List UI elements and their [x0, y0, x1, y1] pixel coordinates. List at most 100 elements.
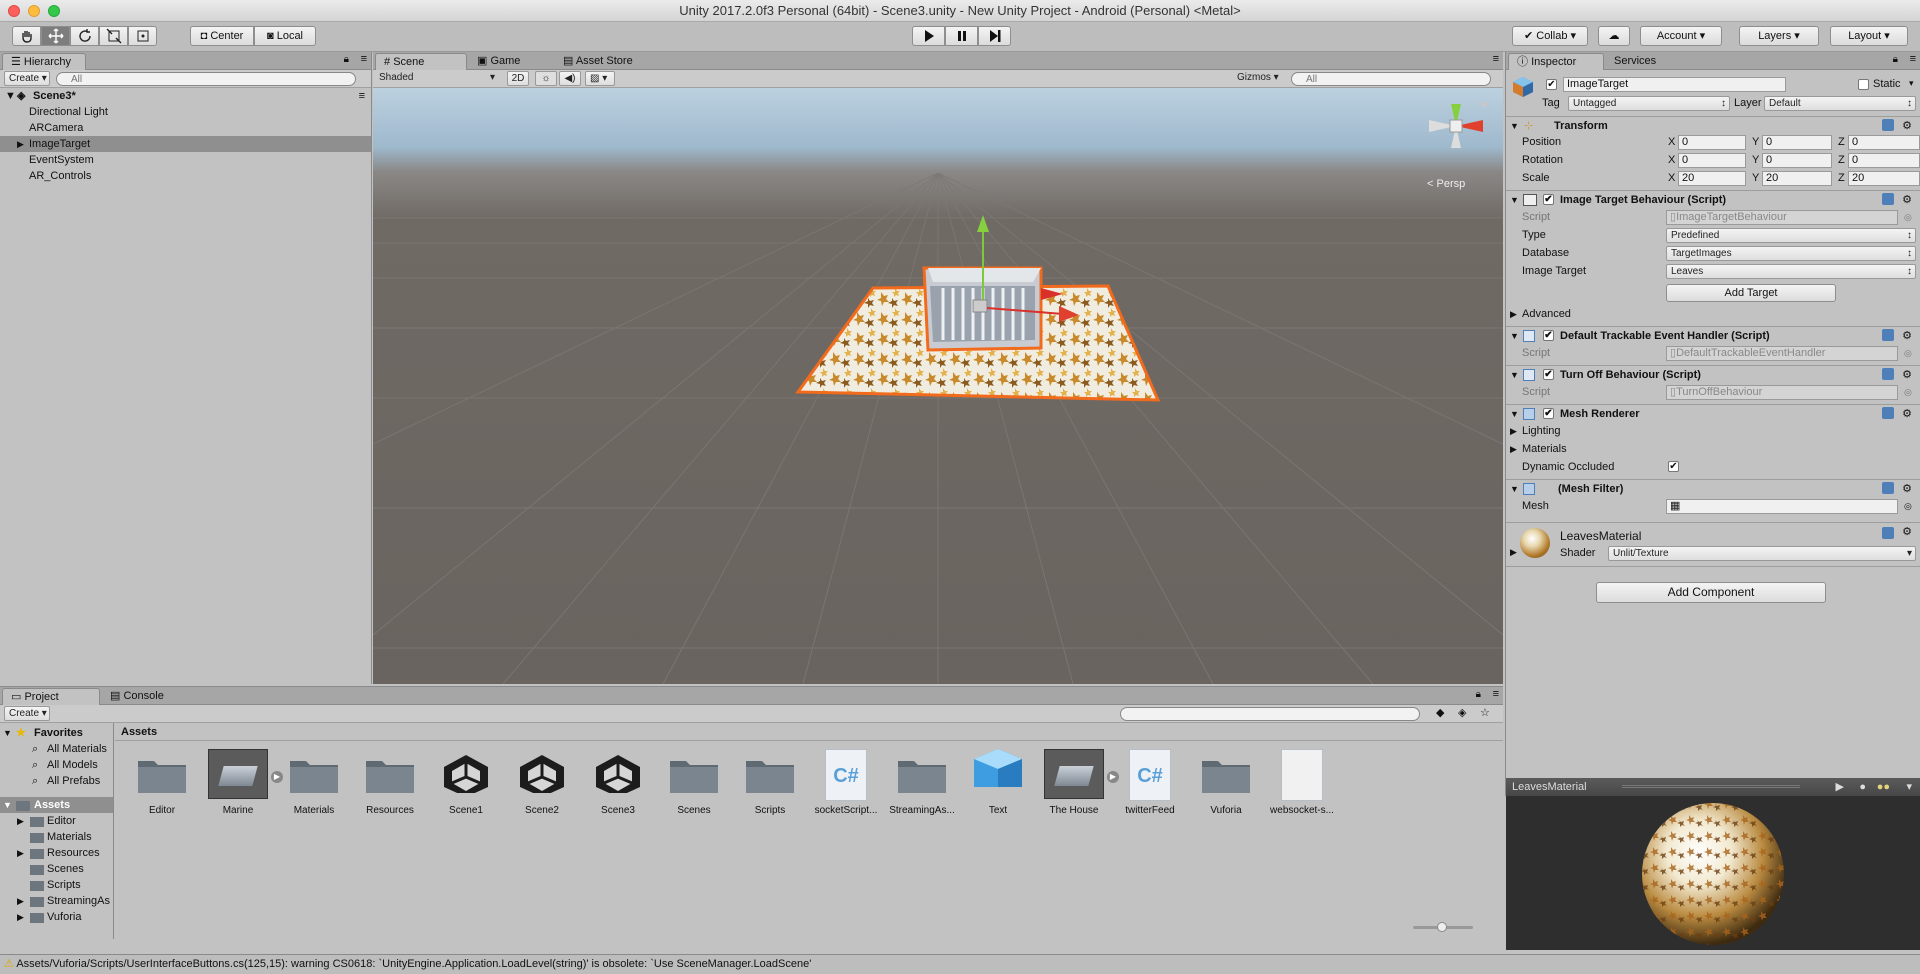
favorite-item[interactable]: ⌕ All Models: [0, 757, 113, 773]
expand-arrow-icon[interactable]: ▼: [5, 88, 16, 104]
position-x-field[interactable]: 0: [1678, 135, 1746, 150]
collapse-arrow-icon[interactable]: ▶: [17, 909, 24, 925]
preview-play-icon[interactable]: ▶: [1836, 778, 1844, 796]
fold-arrow-icon[interactable]: ▼: [1510, 366, 1519, 384]
fold-arrow-icon[interactable]: ▶: [1510, 547, 1517, 558]
scale-y-field[interactable]: 20: [1762, 171, 1832, 186]
search-by-label-icon[interactable]: ◈: [1458, 706, 1466, 719]
search-by-type-icon[interactable]: ◆: [1436, 706, 1444, 719]
lock-icon[interactable]: 🔒︎: [344, 54, 349, 65]
asset-item[interactable]: Scripts: [735, 747, 805, 816]
zoom-window-button[interactable]: [48, 5, 60, 17]
rotation-y-field[interactable]: 0: [1762, 153, 1832, 168]
image-target-dropdown[interactable]: Leaves ↕: [1666, 264, 1916, 279]
scale-z-field[interactable]: 20: [1848, 171, 1920, 186]
expand-arrow-icon[interactable]: ▼: [3, 797, 12, 813]
asset-folder-row[interactable]: ▶ StreamingAs: [0, 893, 113, 909]
collab-dropdown[interactable]: ✔ Collab ▾: [1512, 26, 1588, 46]
settings-gear-icon[interactable]: ⚙: [1902, 480, 1912, 498]
scene-search-input[interactable]: [1291, 72, 1491, 86]
scene-root-row[interactable]: ▼ ◈ Scene3* ≡: [0, 88, 371, 104]
favorite-item[interactable]: ⌕ All Materials: [0, 741, 113, 757]
tag-dropdown[interactable]: Untagged ↕: [1568, 96, 1730, 111]
settings-gear-icon[interactable]: ⚙: [1902, 191, 1912, 209]
mesh-filter-header[interactable]: ▼ (Mesh Filter) ⚙: [1506, 479, 1920, 497]
advanced-foldout[interactable]: ▶ Advanced: [1506, 306, 1920, 322]
materials-foldout[interactable]: ▶ Materials: [1506, 441, 1920, 457]
settings-gear-icon[interactable]: ⚙: [1902, 405, 1912, 423]
default-trackable-header[interactable]: ▼ ✔ Default Trackable Event Handler (Scr…: [1506, 326, 1920, 344]
turn-off-behaviour-header[interactable]: ▼ ✔ Turn Off Behaviour (Script) ⚙: [1506, 365, 1920, 383]
asset-item[interactable]: Scene1: [431, 747, 501, 816]
asset-item[interactable]: ▶ Marine: [203, 747, 283, 816]
hierarchy-item[interactable]: Directional Light: [0, 104, 371, 120]
add-target-button[interactable]: Add Target: [1666, 284, 1836, 302]
account-dropdown[interactable]: Account ▾: [1640, 26, 1722, 46]
transform-component-header[interactable]: ▼ ⊹ Transform ⚙: [1506, 116, 1920, 134]
asset-item[interactable]: Scenes: [659, 747, 729, 816]
tab-game[interactable]: ▣ Game: [469, 53, 553, 70]
status-bar[interactable]: ⚠ Assets/Vuforia/Scripts/UserInterfaceBu…: [0, 954, 1920, 974]
panel-menu-icon[interactable]: ≡: [1493, 53, 1499, 65]
asset-item[interactable]: Scene2: [507, 747, 577, 816]
tab-hierarchy[interactable]: ☰ Hierarchy: [2, 53, 86, 70]
mesh-renderer-header[interactable]: ▼ ✔ Mesh Renderer ⚙: [1506, 404, 1920, 422]
shader-dropdown[interactable]: Unlit/Texture ▾: [1608, 546, 1916, 561]
fold-arrow-icon[interactable]: ▼: [1510, 117, 1519, 135]
asset-item[interactable]: Materials: [279, 747, 349, 816]
tab-console[interactable]: ▤ Console: [102, 688, 186, 705]
layer-dropdown[interactable]: Default ↕: [1764, 96, 1916, 111]
hierarchy-item[interactable]: ARCamera: [0, 120, 371, 136]
asset-folder-row[interactable]: ▶ Editor: [0, 813, 113, 829]
layout-dropdown[interactable]: Layout ▾: [1830, 26, 1908, 46]
favorite-item[interactable]: ⌕ All Prefabs: [0, 773, 113, 789]
project-search-input[interactable]: [1120, 707, 1420, 721]
pause-button[interactable]: [945, 26, 978, 46]
asset-folder-row[interactable]: ▶ Resources: [0, 845, 113, 861]
asset-item[interactable]: Resources: [355, 747, 425, 816]
lighting-foldout[interactable]: ▶ Lighting: [1506, 423, 1920, 439]
position-z-field[interactable]: 0: [1848, 135, 1920, 150]
lock-icon[interactable]: 🔒︎: [1893, 54, 1898, 65]
collapse-arrow-icon[interactable]: ▶: [17, 136, 24, 152]
object-picker-icon[interactable]: ◎: [1904, 384, 1912, 400]
asset-folder-row[interactable]: Scripts: [0, 877, 113, 893]
hierarchy-item-selected[interactable]: ▶ ImageTarget: [0, 136, 371, 152]
hierarchy-item[interactable]: EventSystem: [0, 152, 371, 168]
hierarchy-item[interactable]: AR_Controls: [0, 168, 371, 184]
lock-icon[interactable]: 🔒︎: [1476, 689, 1481, 700]
play-button[interactable]: [912, 26, 945, 46]
database-dropdown[interactable]: TargetImages ↕: [1666, 246, 1916, 261]
panel-menu-icon[interactable]: ≡: [1910, 53, 1916, 65]
asset-item[interactable]: Editor: [127, 747, 197, 816]
image-target-behaviour-header[interactable]: ▼ ✔ Image Target Behaviour (Script) ⚙: [1506, 190, 1920, 208]
help-icon[interactable]: [1882, 407, 1894, 419]
asset-item[interactable]: C# socketScript...: [811, 747, 881, 816]
preview-menu-icon[interactable]: ▾: [1906, 778, 1912, 796]
settings-gear-icon[interactable]: ⚙: [1902, 525, 1912, 538]
hierarchy-search-input[interactable]: [56, 72, 356, 86]
asset-folder-row[interactable]: Materials: [0, 829, 113, 845]
asset-item[interactable]: Vuforia: [1191, 747, 1261, 816]
rotation-x-field[interactable]: 0: [1678, 153, 1746, 168]
help-icon[interactable]: [1882, 482, 1894, 494]
step-button[interactable]: [978, 26, 1011, 46]
help-icon[interactable]: [1882, 527, 1894, 539]
2d-toggle[interactable]: 2D: [507, 71, 529, 86]
type-dropdown[interactable]: Predefined ↕: [1666, 228, 1916, 243]
preview-sphere-icon[interactable]: ●: [1859, 778, 1866, 796]
tab-asset-store[interactable]: ▤ Asset Store: [555, 53, 655, 70]
mesh-field[interactable]: ▦: [1666, 499, 1898, 514]
add-component-button[interactable]: Add Component: [1596, 582, 1826, 603]
panel-menu-icon[interactable]: ≡: [1493, 688, 1499, 700]
hierarchy-create-dropdown[interactable]: Create ▾: [4, 71, 50, 86]
asset-item[interactable]: Scene3: [583, 747, 653, 816]
audio-toggle[interactable]: ◀): [559, 71, 581, 86]
asset-item[interactable]: C# twitterFeed: [1115, 747, 1185, 816]
asset-item[interactable]: websocket-s...: [1267, 747, 1337, 816]
collapse-arrow-icon[interactable]: ▶: [17, 893, 24, 909]
fold-arrow-icon[interactable]: ▼: [1510, 405, 1519, 423]
zoom-slider-thumb[interactable]: [1437, 922, 1447, 932]
asset-item[interactable]: ▶ The House: [1039, 747, 1119, 816]
effects-dropdown[interactable]: ▨ ▾: [585, 71, 615, 86]
